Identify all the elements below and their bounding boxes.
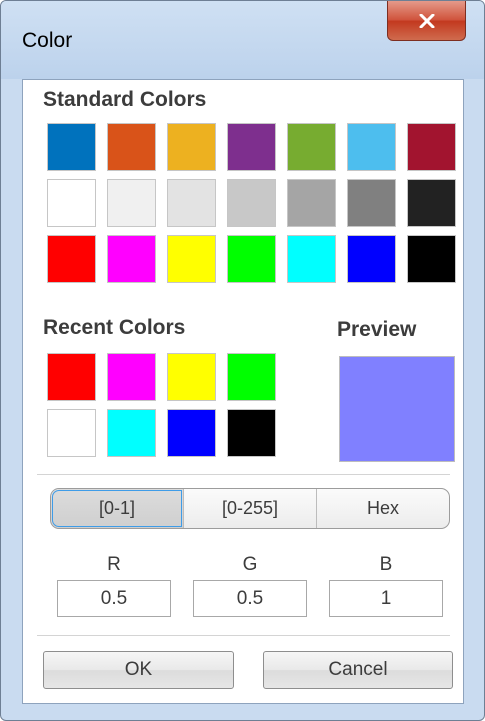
color-dialog: Color Standard Colors Recent Colors Prev… [0, 0, 485, 721]
standard-color-swatch[interactable] [407, 123, 456, 171]
standard-color-swatch[interactable] [107, 123, 156, 171]
standard-color-swatch[interactable] [287, 235, 336, 283]
standard-color-swatch[interactable] [167, 235, 216, 283]
recent-color-swatch[interactable] [107, 353, 156, 401]
standard-color-swatch[interactable] [227, 123, 276, 171]
preview-swatch [339, 356, 455, 462]
window-title: Color [22, 29, 73, 52]
standard-color-swatch[interactable] [167, 179, 216, 227]
standard-color-swatch[interactable] [47, 179, 96, 227]
close-button[interactable] [387, 1, 466, 41]
standard-color-swatch[interactable] [47, 123, 96, 171]
recent-color-swatch[interactable] [227, 409, 276, 457]
standard-color-swatch[interactable] [347, 235, 396, 283]
standard-color-swatch[interactable] [107, 179, 156, 227]
recent-color-swatch[interactable] [47, 353, 96, 401]
standard-color-swatch[interactable] [407, 179, 456, 227]
title-bar[interactable]: Color [1, 1, 484, 79]
g-label: G [242, 554, 258, 575]
standard-color-swatch[interactable] [287, 179, 336, 227]
tab-0-1[interactable]: [0-1] [51, 489, 183, 528]
standard-colors-label: Standard Colors [43, 88, 207, 111]
b-input[interactable] [329, 580, 443, 617]
r-input[interactable] [57, 580, 171, 617]
recent-color-swatch[interactable] [167, 409, 216, 457]
recent-colors-label: Recent Colors [43, 316, 186, 339]
cancel-button[interactable]: Cancel [263, 651, 453, 689]
tab-0-255[interactable]: [0-255] [183, 489, 316, 528]
standard-color-swatch[interactable] [407, 235, 456, 283]
r-label: R [107, 554, 121, 575]
preview-label: Preview [337, 318, 417, 341]
divider [37, 474, 450, 475]
standard-color-swatch[interactable] [167, 123, 216, 171]
recent-color-swatch[interactable] [107, 409, 156, 457]
b-label: B [379, 554, 393, 575]
tab-hex[interactable]: Hex [316, 489, 449, 528]
divider [37, 635, 450, 636]
value-format-tabs: [0-1] [0-255] Hex [50, 488, 450, 529]
recent-color-swatch[interactable] [227, 353, 276, 401]
standard-color-swatch[interactable] [287, 123, 336, 171]
standard-color-swatch[interactable] [107, 235, 156, 283]
ok-button[interactable]: OK [43, 651, 234, 689]
standard-color-swatch[interactable] [347, 179, 396, 227]
recent-color-swatch[interactable] [167, 353, 216, 401]
recent-color-swatch[interactable] [47, 409, 96, 457]
standard-color-swatch[interactable] [347, 123, 396, 171]
standard-color-swatch[interactable] [227, 235, 276, 283]
standard-color-swatch[interactable] [227, 179, 276, 227]
g-input[interactable] [193, 580, 307, 617]
standard-color-swatch[interactable] [47, 235, 96, 283]
dialog-body: Standard Colors Recent Colors Preview [0… [22, 79, 464, 704]
close-icon [419, 13, 435, 28]
